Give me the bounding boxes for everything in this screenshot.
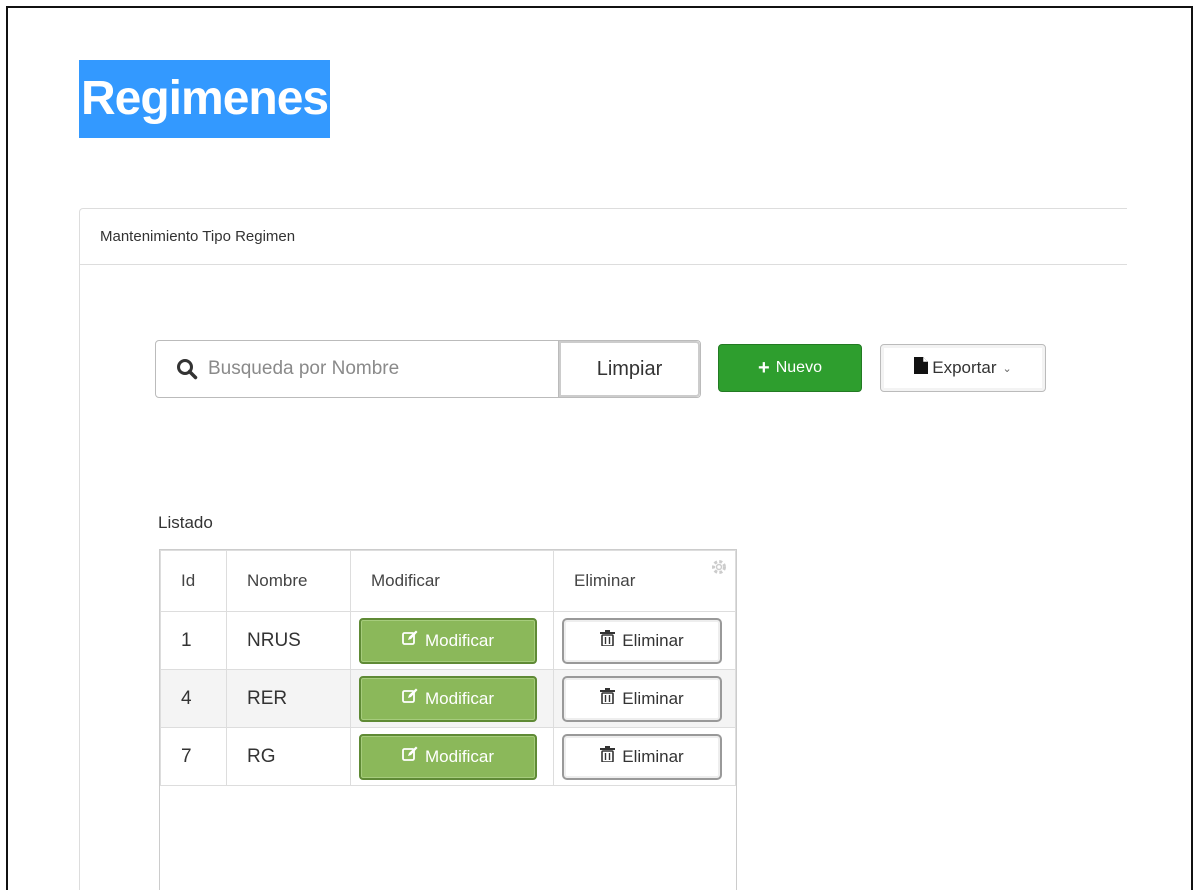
table-row: 4 RER Modificar Eliminar [160, 669, 736, 728]
file-icon [914, 357, 929, 379]
delete-button-label: Eliminar [622, 630, 684, 650]
cell-name: RER [226, 669, 351, 728]
search-input[interactable] [208, 341, 558, 397]
new-button[interactable]: + Nuevo [718, 344, 862, 392]
cell-id: 7 [160, 727, 227, 786]
export-button-label: Exportar [932, 358, 997, 377]
edit-icon [402, 630, 418, 651]
delete-button-label: Eliminar [622, 688, 684, 708]
modify-button[interactable]: Modificar [359, 617, 537, 664]
delete-button[interactable]: Eliminar [562, 733, 722, 780]
cell-id: 1 [160, 611, 227, 670]
chevron-down-icon: ⌄ [1002, 362, 1012, 375]
table-row: 1 NRUS Modificar Eliminar [160, 611, 736, 670]
gear-icon[interactable] [710, 558, 728, 581]
cell-modify: Modificar [350, 669, 554, 728]
modify-button-label: Modificar [425, 688, 494, 708]
column-header-delete[interactable]: Eliminar [553, 550, 736, 612]
table-row: 7 RG Modificar Eliminar [160, 727, 736, 786]
modify-button[interactable]: Modificar [359, 675, 537, 722]
cell-delete: Eliminar [553, 669, 736, 728]
data-grid: Id Nombre Modificar Eliminar 1 NRUS Modi… [159, 549, 737, 890]
table-header-row: Id Nombre Modificar Eliminar [160, 550, 736, 612]
list-label: Listado [158, 513, 213, 532]
clear-button[interactable]: Limpiar [558, 341, 700, 397]
column-header-name[interactable]: Nombre [226, 550, 351, 612]
trash-icon [600, 688, 616, 709]
modify-button-label: Modificar [425, 746, 494, 766]
cell-name: RG [226, 727, 351, 786]
export-button[interactable]: Exportar ⌄ [880, 344, 1046, 392]
panel-header: Mantenimiento Tipo Regimen [80, 209, 1127, 265]
edit-icon [402, 688, 418, 709]
modify-button[interactable]: Modificar [359, 733, 537, 780]
delete-button[interactable]: Eliminar [562, 675, 722, 722]
column-header-modify[interactable]: Modificar [350, 550, 554, 612]
cell-modify: Modificar [350, 611, 554, 670]
edit-icon [402, 746, 418, 767]
cell-id: 4 [160, 669, 227, 728]
new-button-label: Nuevo [775, 359, 822, 376]
search-group: Limpiar [155, 340, 701, 398]
cell-delete: Eliminar [553, 611, 736, 670]
cell-modify: Modificar [350, 727, 554, 786]
delete-button-label: Eliminar [622, 746, 684, 766]
delete-button[interactable]: Eliminar [562, 617, 722, 664]
search-icon [156, 341, 208, 397]
trash-icon [600, 746, 616, 767]
trash-icon [600, 630, 616, 651]
plus-icon: + [758, 357, 770, 379]
page-title: Regimenes [79, 60, 331, 138]
data-table: Id Nombre Modificar Eliminar 1 NRUS Modi… [160, 550, 736, 786]
modify-button-label: Modificar [425, 630, 494, 650]
cell-delete: Eliminar [553, 727, 736, 786]
column-header-id[interactable]: Id [160, 550, 227, 612]
cell-name: NRUS [226, 611, 351, 670]
